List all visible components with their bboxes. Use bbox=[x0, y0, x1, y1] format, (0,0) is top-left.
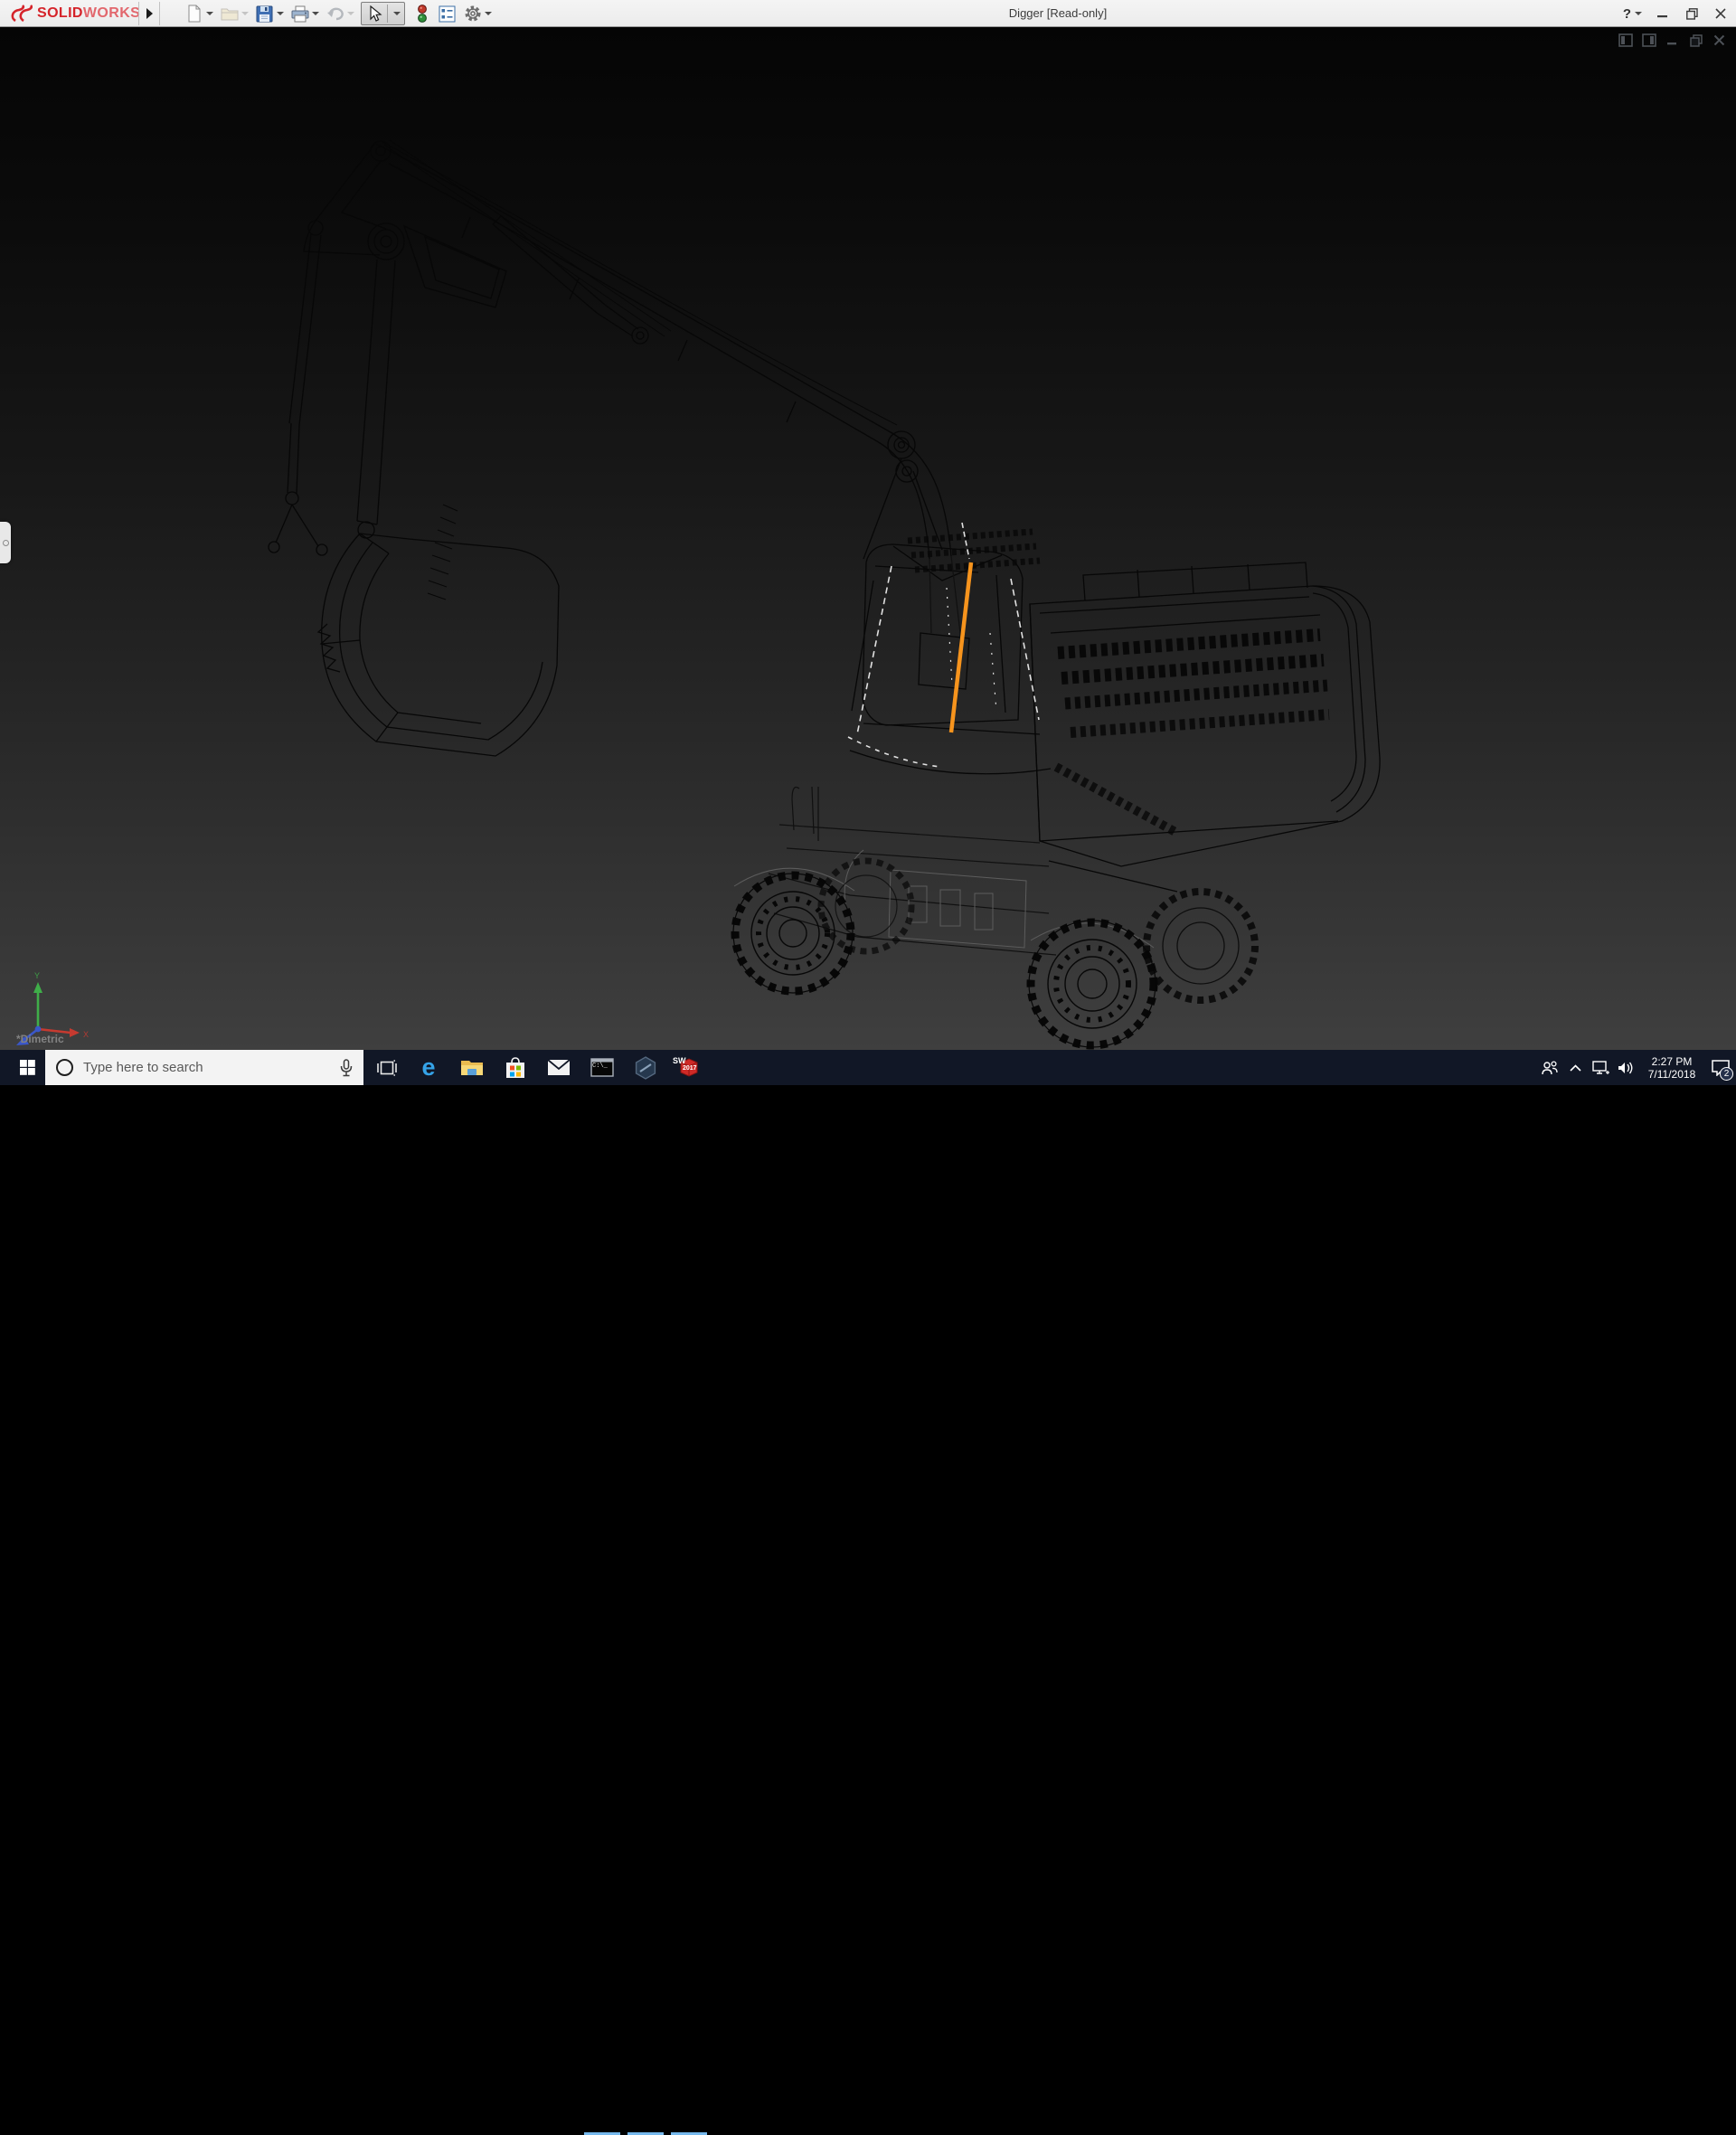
flyout-arrow-icon bbox=[146, 7, 154, 20]
properties-list-icon bbox=[438, 5, 457, 24]
taskbar-clock[interactable]: 2:27 PM 7/11/2018 bbox=[1642, 1055, 1702, 1081]
taskbar-hexagon-app-button[interactable] bbox=[624, 1050, 667, 1085]
volume-icon[interactable] bbox=[1613, 1050, 1638, 1085]
solidworks-logo: SOLIDWORKS bbox=[9, 3, 140, 24]
taskbar: e bbox=[0, 1050, 1736, 1085]
clock-time: 2:27 PM bbox=[1642, 1055, 1702, 1068]
ds-logo-icon bbox=[9, 5, 33, 23]
terminal-prompt-text: C:\_ bbox=[592, 1063, 608, 1070]
undo-button[interactable] bbox=[326, 5, 354, 24]
network-icon[interactable] bbox=[1588, 1050, 1613, 1085]
axis-x-label: X bbox=[83, 1030, 89, 1039]
new-document-icon bbox=[184, 5, 203, 24]
solidworks-window: SOLIDWORKS bbox=[0, 0, 1736, 1085]
help-dropdown[interactable] bbox=[1635, 12, 1642, 15]
close-button[interactable] bbox=[1712, 5, 1729, 22]
taskbar-terminal-button[interactable]: C:\_ bbox=[580, 1050, 624, 1085]
gear-icon bbox=[463, 5, 482, 24]
taskbar-mail-button[interactable] bbox=[537, 1050, 580, 1085]
divider bbox=[387, 5, 388, 23]
store-icon bbox=[505, 1057, 525, 1079]
undo-icon bbox=[326, 5, 344, 24]
file-explorer-icon bbox=[460, 1058, 484, 1077]
microphone-icon[interactable] bbox=[340, 1059, 353, 1077]
orientation-triad: Y X bbox=[7, 955, 116, 1045]
titlebar-controls: ? bbox=[1623, 0, 1729, 27]
minimize-button[interactable] bbox=[1655, 5, 1671, 22]
traffic-light-icon bbox=[412, 5, 431, 24]
brand-text: SOLIDWORKS bbox=[37, 5, 140, 22]
titlebar: SOLIDWORKS bbox=[0, 0, 1736, 27]
open-folder-icon bbox=[220, 5, 239, 24]
close-icon bbox=[1715, 8, 1726, 19]
task-view-icon bbox=[377, 1060, 397, 1076]
cortana-icon bbox=[56, 1059, 73, 1076]
select-tool-button[interactable] bbox=[361, 2, 405, 25]
action-center-button[interactable]: 2 bbox=[1705, 1050, 1736, 1085]
3d-viewport[interactable]: Y X *Dimetric bbox=[0, 27, 1736, 1050]
search-input[interactable] bbox=[83, 1060, 340, 1075]
minimize-icon bbox=[1657, 8, 1668, 19]
edge-icon: e bbox=[421, 1055, 435, 1080]
options-list-button[interactable] bbox=[438, 5, 457, 24]
save-button[interactable] bbox=[255, 5, 284, 24]
save-icon bbox=[255, 5, 274, 24]
digger-wireframe-model bbox=[0, 27, 1736, 1050]
quick-access-toolbar bbox=[184, 3, 498, 24]
view-orientation-label: *Dimetric bbox=[16, 1033, 64, 1045]
task-view-button[interactable] bbox=[365, 1050, 409, 1085]
people-icon[interactable] bbox=[1537, 1050, 1562, 1085]
window-title: Digger [Read-only] bbox=[940, 0, 1175, 27]
notification-badge: 2 bbox=[1720, 1067, 1733, 1081]
wheel-front-left bbox=[733, 874, 853, 993]
system-tray: 2:27 PM 7/11/2018 2 bbox=[1537, 1050, 1736, 1085]
taskbar-edge-button[interactable]: e bbox=[407, 1050, 450, 1085]
windows-logo-icon bbox=[20, 1060, 35, 1075]
clock-date: 7/11/2018 bbox=[1642, 1068, 1702, 1081]
wheel-front-right bbox=[1029, 921, 1156, 1047]
mail-icon bbox=[547, 1059, 571, 1076]
new-document-button[interactable] bbox=[184, 5, 213, 24]
wheel-rear-right bbox=[1146, 892, 1255, 1000]
axis-y-label: Y bbox=[34, 971, 40, 980]
open-button[interactable] bbox=[220, 5, 249, 24]
select-dropdown[interactable] bbox=[393, 12, 401, 15]
select-cursor-icon bbox=[365, 5, 384, 24]
rebuild-button[interactable] bbox=[412, 5, 431, 24]
taskbar-solidworks-button[interactable]: SW 2017 bbox=[667, 1050, 711, 1085]
hidden-icons-chevron[interactable] bbox=[1562, 1050, 1588, 1085]
start-button[interactable] bbox=[9, 1050, 45, 1085]
sw-icon-letters: SW bbox=[673, 1056, 686, 1065]
hexagon-app-icon bbox=[634, 1056, 657, 1080]
taskbar-search[interactable] bbox=[45, 1050, 363, 1085]
taskbar-file-explorer-button[interactable] bbox=[450, 1050, 494, 1085]
restore-icon bbox=[1686, 8, 1698, 20]
restore-button[interactable] bbox=[1684, 5, 1700, 22]
settings-button[interactable] bbox=[463, 5, 492, 24]
sw-icon-year: 2017 bbox=[683, 1065, 697, 1072]
menu-flyout-button[interactable] bbox=[138, 2, 160, 25]
help-button[interactable]: ? bbox=[1623, 6, 1642, 22]
print-icon bbox=[290, 5, 309, 24]
print-button[interactable] bbox=[290, 5, 319, 24]
taskbar-store-button[interactable] bbox=[494, 1050, 537, 1085]
